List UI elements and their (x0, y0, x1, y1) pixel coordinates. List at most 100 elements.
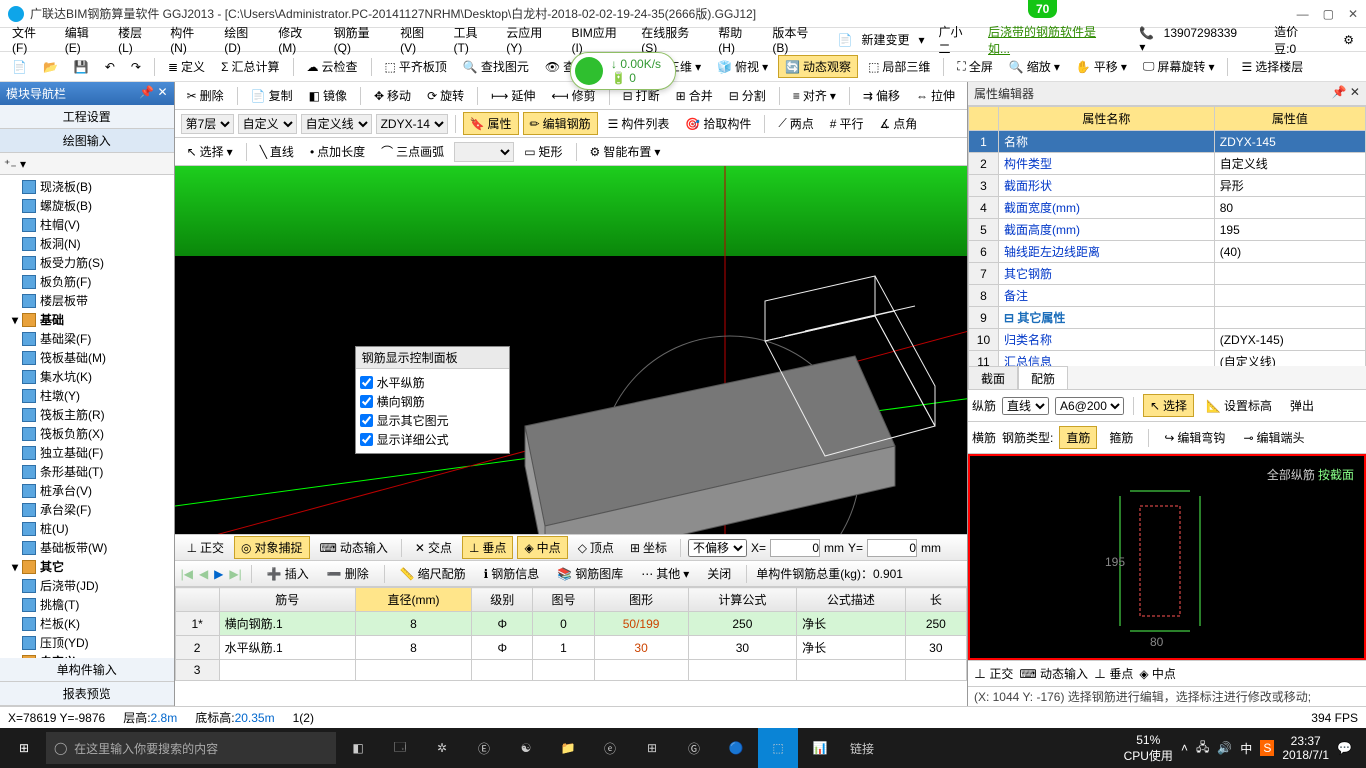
last-icon[interactable]: ▶| (229, 567, 241, 581)
member-select[interactable]: ZDYX-14 (376, 114, 448, 134)
mid-snap[interactable]: ◈ 中点 (517, 536, 567, 559)
taskview-icon[interactable]: ◧ (338, 728, 378, 768)
bysection-link[interactable]: 按截面 (1318, 468, 1354, 482)
scale-button[interactable]: 📏 缩尺配筋 (394, 563, 472, 584)
osnap-toggle[interactable]: ◎ 对象捕捉 (234, 536, 310, 559)
type-select[interactable]: 自定义线 (301, 114, 372, 134)
sumcalc-button[interactable]: Σ 汇总计算 (215, 56, 285, 77)
tree-item[interactable]: ▾ 其它 (2, 557, 172, 576)
menu-file[interactable]: 文件(F) (6, 22, 57, 57)
tree-item[interactable]: 螺旋板(B) (2, 196, 172, 215)
prop-table[interactable]: 属性名称属性值1名称ZDYX-1452构件类型自定义线3截面形状异形4截面宽度(… (968, 106, 1366, 366)
tree-item[interactable]: 板负筋(F) (2, 272, 172, 291)
floor-select[interactable]: 第7层 (181, 114, 234, 134)
arc-button[interactable]: ⌒ 三点画弧 (375, 141, 450, 162)
vert-snap[interactable]: ◇ 顶点 (572, 537, 620, 558)
app6-icon[interactable]: ⓔ (590, 728, 630, 768)
straight-button[interactable]: 直筋 (1059, 426, 1097, 449)
orbit-button[interactable]: 🔄 动态观察 (778, 55, 858, 78)
menu-version[interactable]: 版本号(B) (766, 22, 829, 57)
sperp-snap[interactable]: ⊥ 垂点 (1094, 665, 1133, 682)
tray-net-icon[interactable]: 🖧 (1196, 738, 1209, 759)
menu-tools[interactable]: 工具(T) (448, 22, 499, 57)
delete-button[interactable]: ✂ 删除 (181, 85, 230, 106)
rotate-button[interactable]: ⟳ 旋转 (421, 85, 470, 106)
settings-icon[interactable]: ⚙ (1337, 31, 1360, 49)
tray-notif-icon[interactable]: 💬 (1337, 741, 1352, 755)
section-view[interactable]: 全部纵筋 按截面 195 80 (968, 454, 1366, 660)
long-spec[interactable]: A6@200 (1055, 397, 1124, 415)
open-icon[interactable]: 📂 (37, 58, 64, 76)
tree-item[interactable]: 筏板主筋(R) (2, 405, 172, 424)
elev-button[interactable]: 📐 设置标高 (1200, 395, 1278, 416)
app8-icon[interactable]: Ⓖ (674, 728, 714, 768)
taskbar-search[interactable]: ◯ 在这里输入你要搜索的内容 (46, 732, 336, 764)
sortho-toggle[interactable]: ⊥ 正交 (974, 665, 1013, 682)
tree-item[interactable]: 集水坑(K) (2, 367, 172, 386)
select-button[interactable]: ↖ 选择 ▾ (181, 141, 239, 162)
tip-link[interactable]: 后浇带的钢筋软件是如... (982, 21, 1121, 59)
ptlen-button[interactable]: • 点加长度 (304, 141, 371, 162)
flat-button[interactable]: ⬚ 平齐板顶 (379, 56, 453, 77)
x-input[interactable] (770, 539, 820, 557)
app10-icon[interactable]: ⬚ (758, 728, 798, 768)
memberlist-button[interactable]: ☰ 构件列表 (602, 113, 676, 134)
eng-settings-tab[interactable]: 工程设置 (0, 105, 174, 129)
nav-tree[interactable]: 现浇板(B) 螺旋板(B) 柱帽(V) 板洞(N) 板受力筋(S) 板负筋(F)… (0, 175, 174, 658)
define-button[interactable]: ≣ 定义 (162, 56, 211, 77)
bend-button[interactable]: ↪ 编辑弯钩 (1158, 427, 1231, 448)
rsel-button[interactable]: ↖ 选择 (1143, 394, 1194, 417)
tree-item[interactable]: 条形基础(T) (2, 462, 172, 481)
category-select[interactable]: 自定义 (238, 114, 297, 134)
tree-item[interactable]: 桩承台(V) (2, 481, 172, 500)
undo-icon[interactable]: ↶ (99, 58, 121, 76)
tree-item[interactable]: 现浇板(B) (2, 177, 172, 196)
sdyn-toggle[interactable]: ⌨ 动态输入 (1019, 665, 1088, 682)
phone-label[interactable]: 📞 13907298339 ▾ (1133, 24, 1256, 56)
tree-item[interactable]: 承台梁(F) (2, 500, 172, 519)
app11-icon[interactable]: 📊 (800, 728, 840, 768)
menu-view[interactable]: 视图(V) (394, 22, 445, 57)
app4-icon[interactable]: ☯ (506, 728, 546, 768)
maximize-button[interactable]: ▢ (1323, 7, 1334, 21)
tree-item[interactable]: 基础板带(W) (2, 538, 172, 557)
tree-item[interactable]: 压顶(YD) (2, 633, 172, 652)
tree-item[interactable]: 楼层板带 (2, 291, 172, 310)
insert-button[interactable]: ➕ 插入 (261, 563, 315, 584)
menu-rebar[interactable]: 钢筋量(Q) (328, 22, 393, 57)
display-opt[interactable]: 显示其它图元 (360, 411, 505, 430)
tab-section[interactable]: 截面 (968, 366, 1018, 389)
menu-draw[interactable]: 绘图(D) (218, 22, 270, 57)
arc-mode-select[interactable] (454, 142, 514, 162)
tree-item[interactable]: 独立基础(F) (2, 443, 172, 462)
info-button[interactable]: ℹ 钢筋信息 (478, 563, 546, 584)
stirrup-button[interactable]: 箍筋 (1103, 427, 1139, 448)
tree-item[interactable]: 板洞(N) (2, 234, 172, 253)
tree-item[interactable]: 栏板(K) (2, 614, 172, 633)
split-button[interactable]: ⊟ 分割 (723, 85, 772, 106)
menu-member[interactable]: 构件(N) (164, 22, 216, 57)
display-opt[interactable]: 水平纵筋 (360, 373, 505, 392)
tree-item[interactable]: 柱墩(Y) (2, 386, 172, 405)
rebar-table[interactable]: 筋号直径(mm)级别图号图形计算公式公式描述长1*横向钢筋.18Φ050/199… (175, 586, 967, 706)
app2-icon[interactable]: ✲ (422, 728, 462, 768)
tray-up-icon[interactable]: ˄ (1181, 741, 1188, 755)
app1-icon[interactable]: 🗔 (380, 728, 420, 768)
nav-tabstrip[interactable]: ⁺₋ ▾ (0, 153, 174, 175)
tree-item[interactable]: 基础梁(F) (2, 329, 172, 348)
app7-icon[interactable]: ⊞ (632, 728, 672, 768)
copy-button[interactable]: 📄 复制 (245, 85, 299, 106)
play-icon[interactable]: ▶ (214, 567, 223, 581)
pin-icon[interactable]: 📌 ✕ (139, 85, 167, 102)
prop-pin-icon[interactable]: 📌 ✕ (1332, 85, 1360, 102)
display-opt[interactable]: 显示详细公式 (360, 430, 505, 449)
smid-snap[interactable]: ◈ 中点 (1139, 665, 1176, 682)
mirror-button[interactable]: ◧ 镜像 (303, 85, 353, 106)
editrebar-button[interactable]: ✏ 编辑钢筋 (523, 112, 598, 135)
tree-item[interactable]: 板受力筋(S) (2, 253, 172, 272)
tray-ime-icon[interactable]: 中 (1240, 740, 1252, 757)
local3d-button[interactable]: ⬚ 局部三维 (862, 56, 936, 77)
single-input-tab[interactable]: 单构件输入 (0, 658, 174, 682)
menu-help[interactable]: 帮助(H) (712, 22, 764, 57)
line-button[interactable]: ╲ 直线 (254, 141, 300, 162)
